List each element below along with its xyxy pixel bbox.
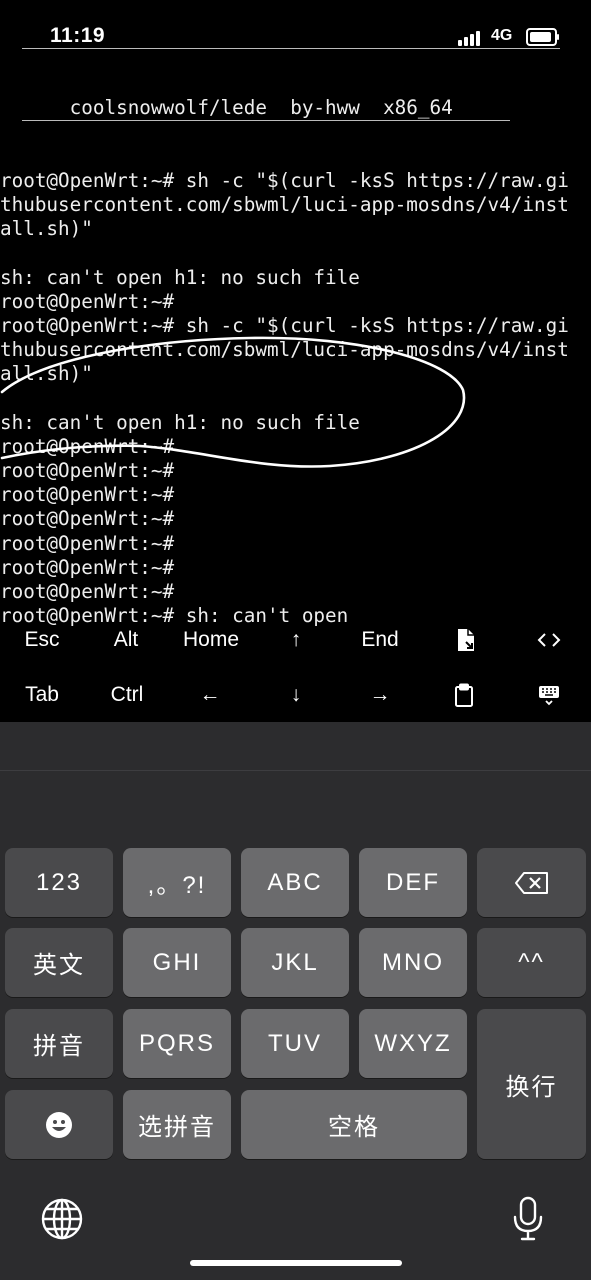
terminal-line: coolsnowwolf/lede by-hww x86_64 xyxy=(0,96,453,120)
key-jkl[interactable]: JKL xyxy=(241,928,349,997)
battery-icon xyxy=(526,28,557,46)
down-arrow-key[interactable]: ↓ xyxy=(276,675,316,715)
terminal-line: root@OpenWrt:~# xyxy=(0,555,175,579)
terminal-line: sh: can't open h1: no such file xyxy=(0,265,360,289)
emoji-icon xyxy=(46,1111,72,1138)
terminal-line: thubusercontent.com/sbwml/luci-app-mosdn… xyxy=(0,192,569,216)
key-mno[interactable]: MNO xyxy=(359,928,467,997)
terminal-line: root@OpenWrt:~# xyxy=(0,531,175,555)
backspace-key[interactable] xyxy=(477,848,586,917)
status-time: 11:19 xyxy=(50,24,106,47)
key-kaomoji[interactable]: ^^ xyxy=(477,928,586,997)
terminal-line: root@OpenWrt:~# sh -c "$(curl -ksS https… xyxy=(0,168,569,192)
key-wxyz[interactable]: WXYZ xyxy=(359,1009,467,1078)
terminal-line: root@OpenWrt:~# xyxy=(0,507,175,531)
end-key[interactable]: End xyxy=(350,620,410,660)
key-pinyin[interactable]: 拼音 xyxy=(5,1009,113,1078)
clipboard-icon[interactable] xyxy=(446,675,482,715)
cellular-signal-icon xyxy=(458,30,486,46)
key-pqrs[interactable]: PQRS xyxy=(123,1009,231,1078)
keyboard-panel xyxy=(0,722,591,1280)
globe-icon[interactable] xyxy=(40,1197,84,1241)
terminal-line: root@OpenWrt:~# xyxy=(0,483,175,507)
left-arrow-key[interactable]: ← xyxy=(190,675,230,715)
keyboard-candidate-divider xyxy=(0,770,591,771)
keyboard-hide-icon[interactable] xyxy=(530,675,568,715)
key-punctuation[interactable]: ,。?! xyxy=(123,848,231,917)
key-abc[interactable]: ABC xyxy=(241,848,349,917)
backspace-icon xyxy=(514,871,548,894)
alt-key[interactable]: Alt xyxy=(98,620,154,660)
banner-divider-top xyxy=(22,48,560,49)
key-tuv[interactable]: TUV xyxy=(241,1009,349,1078)
key-123[interactable]: 123 xyxy=(5,848,113,917)
terminal-top-overflow xyxy=(0,0,591,6)
right-arrow-key[interactable]: → xyxy=(360,675,400,715)
banner-divider-bottom xyxy=(22,120,510,121)
network-type: 4G xyxy=(491,27,513,44)
terminal-line: root@OpenWrt:~# xyxy=(0,579,175,603)
key-english[interactable]: 英文 xyxy=(5,928,113,997)
esc-key[interactable]: Esc xyxy=(12,620,72,660)
key-def[interactable]: DEF xyxy=(359,848,467,917)
hand-drawn-circle-annotation xyxy=(0,336,466,468)
key-newline[interactable]: 换行 xyxy=(477,1009,586,1159)
tab-key[interactable]: Tab xyxy=(12,675,72,715)
terminal-line: all.sh)" xyxy=(0,217,93,241)
ctrl-key[interactable]: Ctrl xyxy=(98,675,156,715)
battery-tip xyxy=(557,34,559,40)
up-arrow-key[interactable]: ↑ xyxy=(276,620,316,660)
paste-file-icon[interactable] xyxy=(448,620,484,660)
code-brackets-icon[interactable] xyxy=(530,620,568,660)
home-key[interactable]: Home xyxy=(172,620,250,660)
home-indicator xyxy=(190,1260,402,1266)
key-select-pinyin[interactable]: 选拼音 xyxy=(123,1090,231,1159)
space-key[interactable]: 空格 xyxy=(241,1090,467,1159)
microphone-icon[interactable] xyxy=(510,1195,546,1243)
key-ghi[interactable]: GHI xyxy=(123,928,231,997)
terminal-line: root@OpenWrt:~# xyxy=(0,289,175,313)
emoji-key[interactable] xyxy=(5,1090,113,1159)
